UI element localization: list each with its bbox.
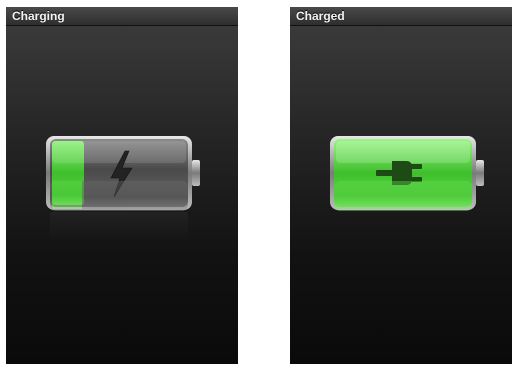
- battery-terminal: [192, 160, 200, 186]
- status-text: Charging: [12, 9, 65, 23]
- status-text: Charged: [296, 9, 345, 23]
- battery-terminal: [476, 160, 484, 186]
- charging-screen: Charging: [6, 7, 238, 364]
- status-bar: Charging: [6, 7, 238, 26]
- charged-screen: Charged: [290, 7, 512, 364]
- status-bar: Charged: [290, 7, 512, 26]
- battery-graphic: [330, 136, 484, 211]
- battery-charged: [326, 135, 486, 255]
- battery-charging: [42, 135, 202, 255]
- battery-graphic: [46, 136, 200, 242]
